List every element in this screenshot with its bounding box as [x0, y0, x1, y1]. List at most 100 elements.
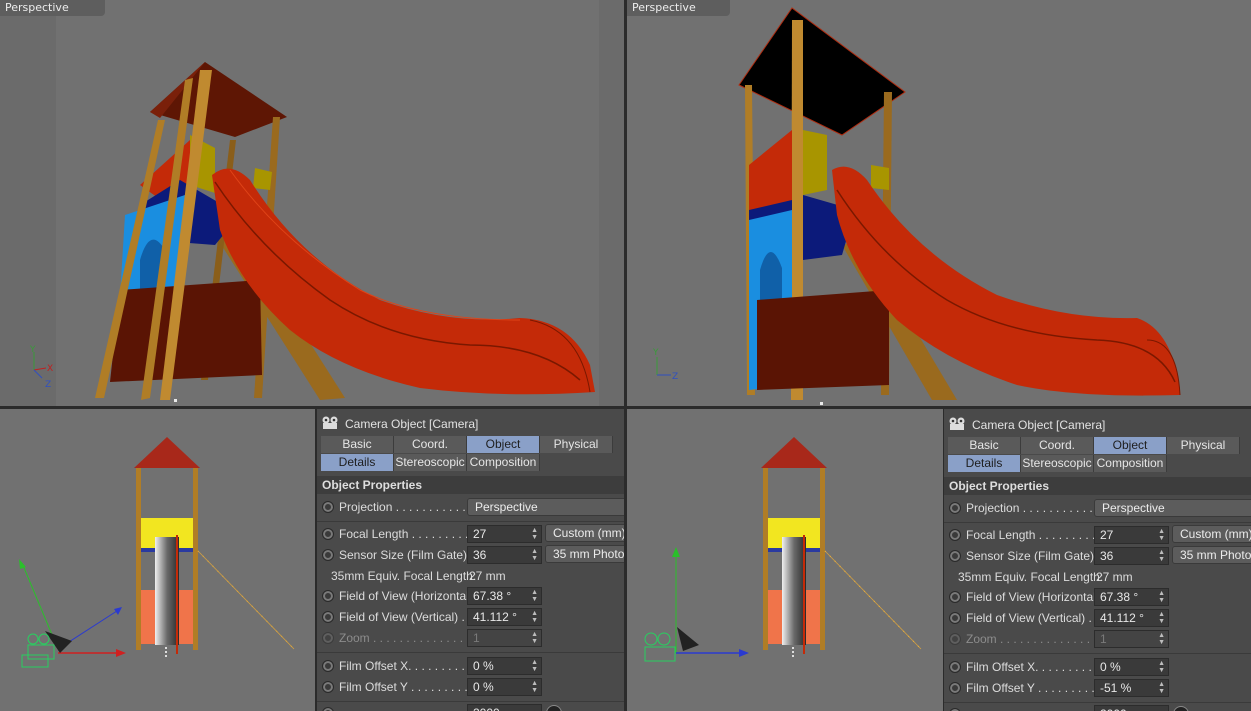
spinner-icon[interactable]: ▲ ▼ — [531, 589, 538, 603]
spinner-icon[interactable]: ▲ ▼ — [1158, 528, 1165, 542]
fov-vertical-field[interactable]: 41.112 ° ▲ ▼ — [1094, 609, 1169, 627]
viewport-bottom-right[interactable] — [627, 409, 943, 711]
film-offset-y-radio[interactable] — [949, 682, 961, 694]
tab-physical[interactable]: Physical — [540, 436, 613, 453]
camera-object-icon — [322, 416, 338, 429]
tab-physical[interactable]: Physical — [1167, 437, 1240, 454]
focus-picker-icon[interactable] — [546, 705, 562, 711]
spinner-icon[interactable]: ▲ ▼ — [1158, 611, 1165, 625]
sensor-size-field[interactable]: 36 ▲ ▼ — [1094, 547, 1169, 565]
tab-basic[interactable]: Basic — [948, 437, 1021, 454]
sensor-size-field[interactable]: 36 ▲ ▼ — [467, 546, 542, 564]
tab-stereoscopic[interactable]: Stereoscopic — [394, 454, 467, 471]
zoom-field: 1 ▲ ▼ — [467, 629, 542, 647]
focus-distance-radio[interactable] — [322, 707, 334, 711]
focal-length-preset-dropdown[interactable]: Custom (mm) — [1172, 525, 1251, 543]
focal-length-radio[interactable] — [322, 528, 334, 540]
fov-horizontal-value: 67.38 ° — [1100, 590, 1139, 604]
tab-coord[interactable]: Coord. — [394, 436, 467, 453]
focal-length-row: Focal Length . . . . . . . . . . 27 ▲ ▼ Cu… — [317, 524, 624, 545]
projection-dropdown[interactable]: Perspective — [467, 498, 624, 516]
spinner-icon[interactable]: ▲ ▼ — [1158, 681, 1165, 695]
panel-title: Camera Object [Camera] — [345, 417, 479, 431]
sensor-preset-dropdown[interactable]: 35 mm Photo ( — [545, 545, 624, 563]
spinner-icon[interactable]: ▲ ▼ — [531, 548, 538, 562]
equiv-focal-row: 35mm Equiv. Focal Length: 27 mm — [317, 567, 624, 587]
fov-vertical-value: 41.112 ° — [1100, 611, 1144, 625]
divider — [944, 702, 1251, 703]
projection-dropdown[interactable]: Perspective — [1094, 499, 1251, 517]
panel-title: Camera Object [Camera] — [972, 418, 1106, 432]
fov-vertical-row: Field of View (Vertical) . . 41.112 ° ▲ ▼ — [317, 608, 624, 628]
viewport-bottom-left[interactable] — [0, 409, 315, 711]
focus-distance-value: 2000 — [473, 706, 500, 711]
fov-horizontal-radio[interactable] — [949, 591, 961, 603]
fov-vertical-radio[interactable] — [322, 611, 334, 623]
film-offset-x-row: Film Offset X. . . . . . . . . . 0 % ▲ ▼ — [944, 658, 1251, 678]
spinner-icon[interactable]: ▲ ▼ — [1158, 660, 1165, 674]
projection-radio[interactable] — [322, 501, 334, 513]
tab-object[interactable]: Object — [467, 436, 540, 453]
tab-basic[interactable]: Basic — [321, 436, 394, 453]
focal-length-field[interactable]: 27 ▲ ▼ — [467, 525, 542, 543]
spinner-icon[interactable]: ▲ ▼ — [531, 659, 538, 673]
fov-horizontal-field[interactable]: 67.38 ° ▲ ▼ — [1094, 588, 1169, 606]
spinner-icon[interactable]: ▲ ▼ — [531, 527, 538, 541]
film-offset-x-radio[interactable] — [949, 661, 961, 673]
film-offset-x-row: Film Offset X. . . . . . . . . . 0 % ▲ ▼ — [317, 657, 624, 677]
tab-coord[interactable]: Coord. — [1021, 437, 1094, 454]
film-offset-x-value: 0 % — [473, 659, 494, 673]
camera-icon — [21, 633, 55, 668]
focus-picker-icon[interactable] — [1173, 706, 1189, 711]
focal-length-radio[interactable] — [949, 529, 961, 541]
fov-horizontal-radio[interactable] — [322, 590, 334, 602]
fov-vertical-radio[interactable] — [949, 612, 961, 624]
film-offset-x-radio[interactable] — [322, 660, 334, 672]
viewport-top-left[interactable]: Y X Z Perspective — [0, 0, 624, 406]
equiv-focal-label: 35mm Equiv. Focal Length: — [331, 569, 477, 583]
film-offset-x-field[interactable]: 0 % ▲ ▼ — [1094, 658, 1169, 676]
spinner-icon[interactable]: ▲ ▼ — [1158, 549, 1165, 563]
spinner-icon[interactable]: ▲ ▼ — [1158, 590, 1165, 604]
fov-vertical-field[interactable]: 41.112 ° ▲ ▼ — [467, 608, 542, 626]
film-offset-y-field[interactable]: -51 % ▲ ▼ — [1094, 679, 1169, 697]
tab-object[interactable]: Object — [1094, 437, 1167, 454]
tab-details[interactable]: Details — [321, 454, 394, 471]
zoom-row: Zoom . . . . . . . . . . . . . . . 1 ▲ ▼ — [944, 630, 1251, 650]
scene-side-right — [644, 437, 922, 662]
axis-z-label: Z — [45, 380, 51, 390]
focus-distance-field[interactable]: 2000 — [1094, 705, 1169, 711]
viewport-top-right[interactable]: Y Z Perspective — [627, 0, 1251, 406]
tab-details[interactable]: Details — [948, 455, 1021, 472]
film-offset-y-value: -51 % — [1100, 681, 1132, 695]
focal-length-field[interactable]: 27 ▲ ▼ — [1094, 526, 1169, 544]
film-offset-y-radio[interactable] — [322, 681, 334, 693]
spinner-icon: ▲ ▼ — [1158, 632, 1165, 646]
equiv-focal-row: 35mm Equiv. Focal Length: 27 mm — [944, 568, 1251, 588]
spinner-icon[interactable]: ▲ ▼ — [531, 610, 538, 624]
tab-composition[interactable]: Composition — [1094, 455, 1167, 472]
tab-stereoscopic[interactable]: Stereoscopic — [1021, 455, 1094, 472]
fov-horizontal-label: Field of View (Horizontal) — [966, 590, 1100, 604]
fov-vertical-value: 41.112 ° — [473, 610, 517, 624]
viewport-label[interactable]: Perspective — [0, 0, 105, 16]
zoom-radio[interactable] — [322, 632, 334, 644]
scene-side-left — [19, 437, 295, 668]
spinner-icon[interactable]: ▲ ▼ — [531, 680, 538, 694]
equiv-focal-value: 27 mm — [469, 569, 506, 583]
sensor-size-radio[interactable] — [949, 550, 961, 562]
tab-composition[interactable]: Composition — [467, 454, 540, 471]
spinner-icon: ▲ ▼ — [531, 631, 538, 645]
film-offset-x-value: 0 % — [1100, 660, 1121, 674]
sensor-size-radio[interactable] — [322, 549, 334, 561]
focus-distance-field[interactable]: 2000 — [467, 704, 542, 711]
viewport-label[interactable]: Perspective — [627, 0, 730, 16]
fov-horizontal-field[interactable]: 67.38 ° ▲ ▼ — [467, 587, 542, 605]
zoom-radio[interactable] — [949, 633, 961, 645]
film-offset-y-field[interactable]: 0 % ▲ ▼ — [467, 678, 542, 696]
focal-length-preset-dropdown[interactable]: Custom (mm) — [545, 524, 624, 542]
film-offset-x-field[interactable]: 0 % ▲ ▼ — [467, 657, 542, 675]
sensor-size-value: 36 — [1100, 549, 1114, 563]
sensor-preset-dropdown[interactable]: 35 mm Photo ( — [1172, 546, 1251, 564]
projection-radio[interactable] — [949, 502, 961, 514]
